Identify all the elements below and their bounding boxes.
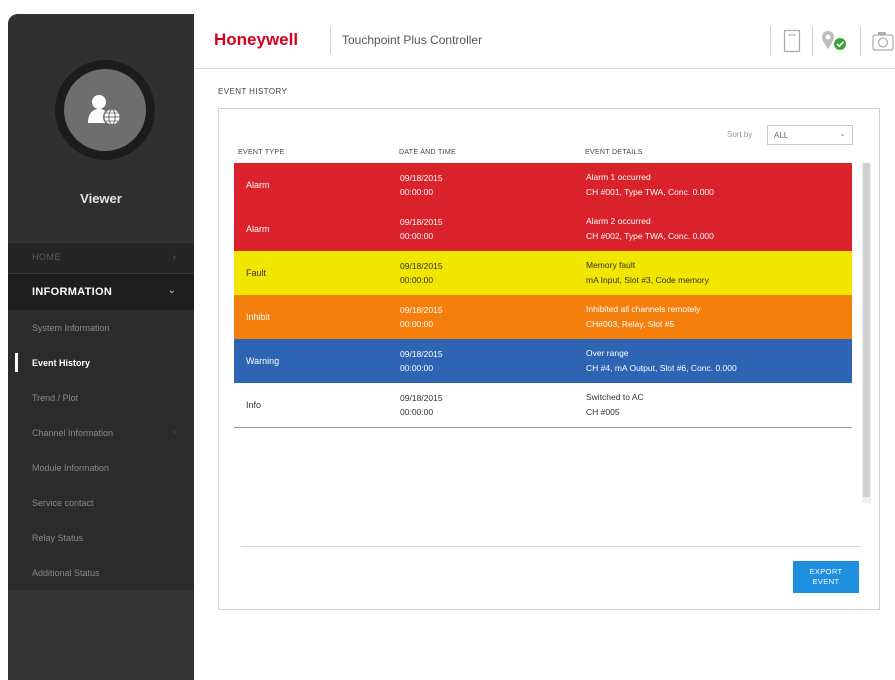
sidebar: Viewer HOME › INFORMATION ⌄ System Infor… (8, 14, 194, 680)
brand-logo: Honeywell (214, 30, 299, 49)
sidebar-item-label: Trend / Plot (32, 393, 79, 403)
event-time-cell: 00:00:00 (400, 407, 434, 417)
event-date-cell: 09/18/2015 (400, 217, 443, 227)
sidebar-footer (8, 590, 194, 680)
event-date-cell: 09/18/2015 (400, 261, 443, 271)
app-header: Honeywell Touchpoint Plus Controller (194, 14, 895, 69)
divider (812, 26, 813, 56)
sidebar-item-channel-information[interactable]: Channel Information › (8, 415, 194, 450)
column-header-event-details: EVENT DETAILS (585, 149, 643, 156)
user-role-label: Viewer (80, 191, 122, 206)
event-time-cell: 00:00:00 (400, 363, 434, 373)
divider (330, 27, 331, 54)
event-type-cell: Inhibit (246, 312, 271, 322)
sidebar-item-label: Channel Information (32, 428, 114, 438)
event-detail-info: CH#003, Relay, Slot #5 (586, 319, 675, 329)
event-type-cell: Alarm (246, 180, 270, 190)
app-title: Touchpoint Plus Controller (342, 33, 483, 47)
vertical-scrollbar[interactable] (862, 163, 871, 503)
sidebar-item-label: Module Information (32, 463, 110, 473)
table-row[interactable]: Inhibit 09/18/2015 00:00:00 Inhibited al… (234, 295, 852, 339)
event-date-cell: 09/18/2015 (400, 349, 443, 359)
sidebar-item-label: System Information (32, 323, 110, 333)
column-header-event-type: EVENT TYPE (238, 149, 285, 156)
sidebar-item-additional-status[interactable]: Additional Status (8, 555, 194, 590)
chevron-right-icon: › (172, 427, 176, 438)
sidebar-item-module-information[interactable]: Module Information (8, 450, 194, 485)
table-row[interactable]: Alarm 09/18/2015 00:00:00 Alarm 2 occurr… (234, 207, 852, 251)
sort-dropdown[interactable]: ALL ⌄ (767, 125, 853, 145)
event-detail-info: CH #002, Type TWA, Conc. 0.000 (586, 231, 714, 241)
chevron-right-icon: › (172, 252, 176, 263)
event-date-cell: 09/18/2015 (400, 393, 443, 403)
event-detail-title: Switched to AC (586, 392, 644, 402)
chevron-down-icon: ⌄ (839, 129, 846, 138)
event-detail-info: CH #005 (586, 407, 620, 417)
event-detail-title: Memory fault (586, 260, 636, 270)
divider (770, 26, 771, 56)
table-row[interactable]: Alarm 09/18/2015 00:00:00 Alarm 1 occurr… (234, 163, 852, 207)
event-detail-title: Inhibited all channels remotely (586, 304, 701, 314)
page-title: EVENT HISTORY (218, 87, 288, 96)
sidebar-item-service-contact[interactable]: Service contact (8, 485, 194, 520)
export-button-label-line1: EXPORT (809, 567, 843, 576)
divider (241, 546, 861, 547)
export-event-button[interactable]: EXPORT EVENT (793, 561, 859, 593)
document-icon[interactable] (783, 29, 801, 58)
event-date-cell: 09/18/2015 (400, 305, 443, 315)
divider (860, 26, 861, 56)
sidebar-item-event-history[interactable]: Event History (8, 345, 194, 380)
sidebar-nav: HOME › INFORMATION ⌄ System Information … (8, 242, 194, 680)
sidebar-section-information[interactable]: INFORMATION ⌄ (8, 274, 194, 310)
sidebar-item-trend-plot[interactable]: Trend / Plot (8, 380, 194, 415)
chevron-down-icon: ⌄ (167, 285, 176, 296)
sidebar-item-label: HOME (32, 252, 61, 262)
event-time-cell: 00:00:00 (400, 275, 434, 285)
sidebar-item-system-information[interactable]: System Information (8, 310, 194, 345)
table-row[interactable]: Warning 09/18/2015 00:00:00 Over range C… (234, 339, 852, 383)
avatar (64, 69, 146, 151)
avatar-ring (55, 60, 155, 160)
event-time-cell: 00:00:00 (400, 231, 434, 241)
user-globe-icon (88, 95, 121, 126)
event-detail-title: Alarm 2 occurred (586, 216, 651, 226)
event-detail-title: Alarm 1 occurred (586, 172, 651, 182)
event-detail-info: CH #4, mA Output, Slot #6, Conc. 0.000 (586, 363, 737, 373)
sidebar-section-label: INFORMATION (32, 286, 113, 298)
sort-dropdown-value: ALL (774, 131, 789, 140)
event-type-cell: Info (246, 400, 262, 410)
event-table: Alarm 09/18/2015 00:00:00 Alarm 1 occurr… (234, 163, 852, 428)
event-time-cell: 00:00:00 (400, 187, 434, 197)
event-history-panel: Sort by ALL ⌄ EVENT TYPE DATE AND TIME E… (218, 108, 880, 610)
sidebar-item-home[interactable]: HOME › (8, 242, 194, 274)
sort-label: Sort by (727, 130, 753, 139)
location-pin-check-icon[interactable] (820, 29, 848, 58)
event-time-cell: 00:00:00 (400, 319, 434, 329)
export-button-label-line2: EVENT (812, 577, 840, 586)
scrollbar-thumb[interactable] (863, 163, 870, 497)
event-detail-info: mA Input, Slot #3, Code memory (586, 275, 709, 285)
sidebar-item-label: Relay Status (32, 533, 84, 543)
table-row[interactable]: Fault 09/18/2015 00:00:00 Memory fault m… (234, 251, 852, 295)
sidebar-item-label: Event History (32, 358, 91, 368)
event-detail-info: CH #001, Type TWA, Conc. 0.000 (586, 187, 714, 197)
sidebar-item-label: Service contact (32, 498, 94, 508)
profile-panel: Viewer (8, 14, 194, 242)
camera-icon[interactable] (872, 29, 894, 58)
event-type-cell: Alarm (246, 224, 270, 234)
event-type-cell: Fault (246, 268, 267, 278)
sidebar-item-relay-status[interactable]: Relay Status (8, 520, 194, 555)
event-type-cell: Warning (246, 356, 280, 366)
sidebar-item-label: Additional Status (32, 568, 100, 578)
event-date-cell: 09/18/2015 (400, 173, 443, 183)
event-detail-title: Over range (586, 348, 629, 358)
table-row[interactable]: Info 09/18/2015 00:00:00 Switched to AC … (234, 383, 852, 428)
column-header-date-time: DATE AND TIME (399, 149, 456, 156)
